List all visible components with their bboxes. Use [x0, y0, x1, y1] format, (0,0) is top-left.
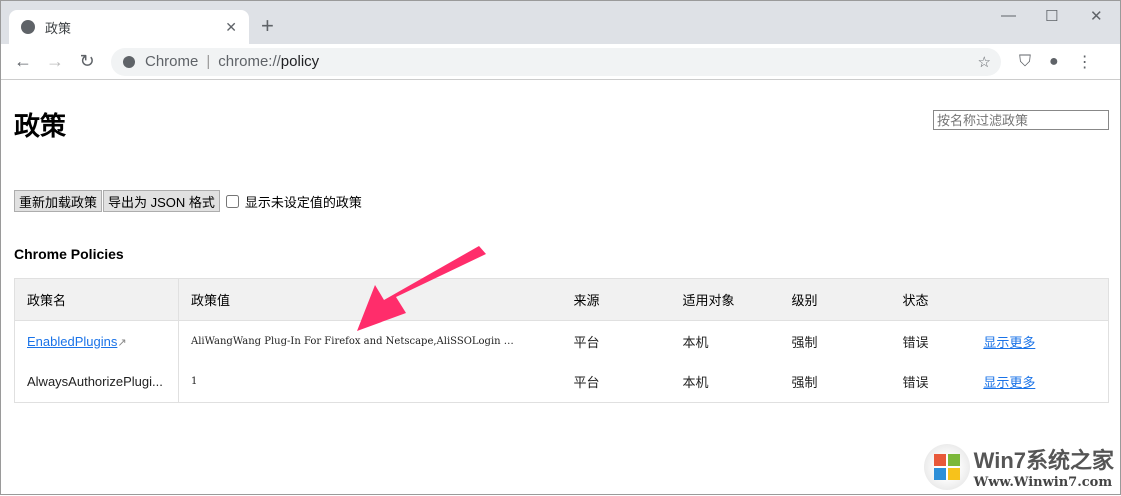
watermark-brand: Win7系统之家: [973, 448, 1114, 473]
windows-logo-icon: [923, 443, 970, 490]
watermark-logo: Win7系统之家 Www.Winwin7.com: [923, 443, 1114, 490]
annotation-arrow: [357, 246, 486, 331]
watermark-url: Www.Winwin7.com: [973, 475, 1113, 490]
